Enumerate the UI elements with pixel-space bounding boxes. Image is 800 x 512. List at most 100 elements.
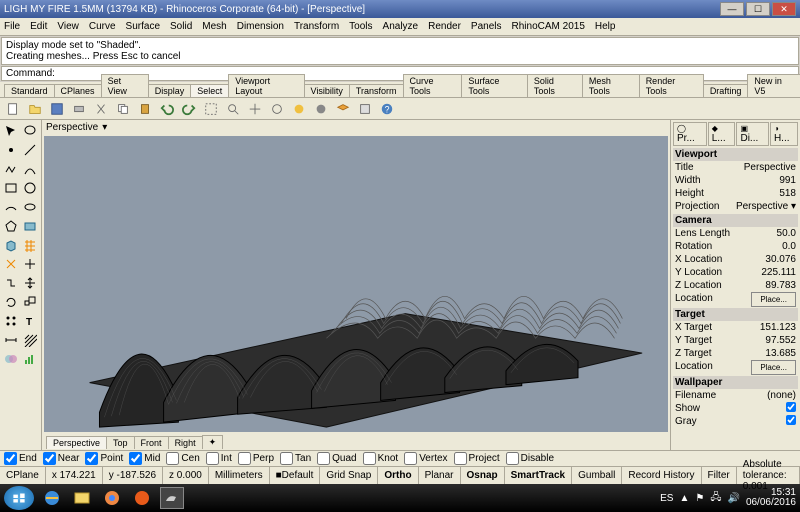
- menu-surface[interactable]: Surface: [126, 21, 160, 32]
- cam-lens[interactable]: 50.0: [777, 227, 796, 240]
- status-units[interactable]: Millimeters: [209, 467, 270, 484]
- status-tolerance[interactable]: Absolute tolerance: 0.001: [737, 467, 800, 484]
- chrome-icon[interactable]: [100, 487, 124, 509]
- menu-view[interactable]: View: [57, 21, 79, 32]
- explorer-icon[interactable]: [70, 487, 94, 509]
- wp-filename[interactable]: (none): [767, 389, 796, 402]
- menu-panels[interactable]: Panels: [471, 21, 502, 32]
- tab-display[interactable]: Display: [148, 84, 192, 97]
- tab-mesh-tools[interactable]: Mesh Tools: [582, 74, 640, 97]
- status-layer[interactable]: ■ Default: [270, 467, 321, 484]
- menu-analyze[interactable]: Analyze: [383, 21, 419, 32]
- cut-icon[interactable]: [92, 100, 110, 118]
- menu-render[interactable]: Render: [428, 21, 461, 32]
- osnap-cen[interactable]: [166, 452, 179, 465]
- copy-icon[interactable]: [114, 100, 132, 118]
- select-all-icon[interactable]: [202, 100, 220, 118]
- tab-viewport-layout[interactable]: Viewport Layout: [228, 74, 304, 97]
- tab-new-v5[interactable]: New in V5: [747, 74, 800, 97]
- menu-transform[interactable]: Transform: [294, 21, 339, 32]
- wp-gray-check[interactable]: [786, 415, 796, 425]
- osnap-int[interactable]: [206, 452, 219, 465]
- tab-drafting[interactable]: Drafting: [703, 84, 749, 97]
- menu-file[interactable]: File: [4, 21, 20, 32]
- tab-transform[interactable]: Transform: [349, 84, 404, 97]
- boolean-icon[interactable]: [2, 350, 20, 368]
- close-button[interactable]: ✕: [772, 2, 796, 16]
- polygon-icon[interactable]: [2, 217, 20, 235]
- undo-icon[interactable]: [158, 100, 176, 118]
- osnap-mid[interactable]: [129, 452, 142, 465]
- print-icon[interactable]: [70, 100, 88, 118]
- tgt-z[interactable]: 13.685: [765, 347, 796, 360]
- menu-mesh[interactable]: Mesh: [202, 21, 226, 32]
- cam-rotation[interactable]: 0.0: [782, 240, 796, 253]
- circle-icon[interactable]: [21, 179, 39, 197]
- surface-icon[interactable]: [21, 217, 39, 235]
- status-planar[interactable]: Planar: [419, 467, 461, 484]
- dropdown-icon[interactable]: ▾: [102, 122, 107, 133]
- help-icon[interactable]: ?: [378, 100, 396, 118]
- status-gumball[interactable]: Gumball: [572, 467, 622, 484]
- osnap-near[interactable]: [43, 452, 56, 465]
- status-filter[interactable]: Filter: [702, 467, 737, 484]
- line-icon[interactable]: [21, 141, 39, 159]
- lasso-icon[interactable]: [21, 122, 39, 140]
- arc-icon[interactable]: [2, 198, 20, 216]
- tgt-x[interactable]: 151.123: [760, 321, 796, 334]
- move-icon[interactable]: [21, 274, 39, 292]
- zoom-icon[interactable]: [224, 100, 242, 118]
- start-button[interactable]: [4, 486, 34, 510]
- array-icon[interactable]: [2, 312, 20, 330]
- menu-solid[interactable]: Solid: [170, 21, 192, 32]
- rtab-help[interactable]: ◑ H...: [770, 122, 798, 146]
- cam-y[interactable]: 225.111: [761, 266, 796, 279]
- osnap-point[interactable]: [85, 452, 98, 465]
- rtab-display[interactable]: ▣ Di...: [736, 122, 768, 146]
- tab-setview[interactable]: Set View: [101, 74, 149, 97]
- menu-tools[interactable]: Tools: [349, 21, 372, 32]
- shade-icon[interactable]: [312, 100, 330, 118]
- tray-lang[interactable]: ES: [660, 493, 673, 504]
- vp-title[interactable]: Perspective: [744, 161, 796, 174]
- rtab-properties[interactable]: ◯ Pr...: [673, 122, 707, 146]
- tray-volume-icon[interactable]: 🔊: [727, 493, 739, 504]
- point-icon[interactable]: [2, 141, 20, 159]
- status-ortho[interactable]: Ortho: [378, 467, 418, 484]
- dimension-icon[interactable]: [2, 331, 20, 349]
- tab-select[interactable]: Select: [190, 84, 229, 97]
- menu-dimension[interactable]: Dimension: [237, 21, 284, 32]
- osnap-quad[interactable]: [317, 452, 330, 465]
- mesh-icon[interactable]: [21, 236, 39, 254]
- tray-clock[interactable]: 15:3106/06/2016: [746, 488, 796, 508]
- vp-projection[interactable]: Perspective ▾: [736, 200, 796, 213]
- status-record[interactable]: Record History: [622, 467, 701, 484]
- osnap-tan[interactable]: [280, 452, 293, 465]
- menu-edit[interactable]: Edit: [30, 21, 47, 32]
- properties-icon[interactable]: [356, 100, 374, 118]
- pan-icon[interactable]: [246, 100, 264, 118]
- solid-icon[interactable]: [2, 236, 20, 254]
- layers-icon[interactable]: [334, 100, 352, 118]
- cam-x[interactable]: 30.076: [765, 253, 796, 266]
- osnap-end[interactable]: [4, 452, 17, 465]
- cam-z[interactable]: 89.783: [765, 279, 796, 292]
- tab-surface-tools[interactable]: Surface Tools: [461, 74, 528, 97]
- status-cplane[interactable]: CPlane: [0, 467, 46, 484]
- osnap-disable[interactable]: [506, 452, 519, 465]
- polyline-icon[interactable]: [2, 160, 20, 178]
- menu-help[interactable]: Help: [595, 21, 616, 32]
- trim-icon[interactable]: [21, 255, 39, 273]
- firefox-icon[interactable]: [130, 487, 154, 509]
- render-icon[interactable]: [290, 100, 308, 118]
- osnap-knot[interactable]: [363, 452, 376, 465]
- menu-rhinocam[interactable]: RhinoCAM 2015: [512, 21, 585, 32]
- tray-network-icon[interactable]: 🖧: [710, 490, 721, 507]
- viewport-label[interactable]: Perspective: [46, 122, 98, 133]
- join-icon[interactable]: [2, 274, 20, 292]
- ellipse-icon[interactable]: [21, 198, 39, 216]
- scale-icon[interactable]: [21, 293, 39, 311]
- tgt-place-button[interactable]: Place...: [751, 360, 796, 375]
- vtab-right[interactable]: Right: [168, 436, 203, 449]
- save-icon[interactable]: [48, 100, 66, 118]
